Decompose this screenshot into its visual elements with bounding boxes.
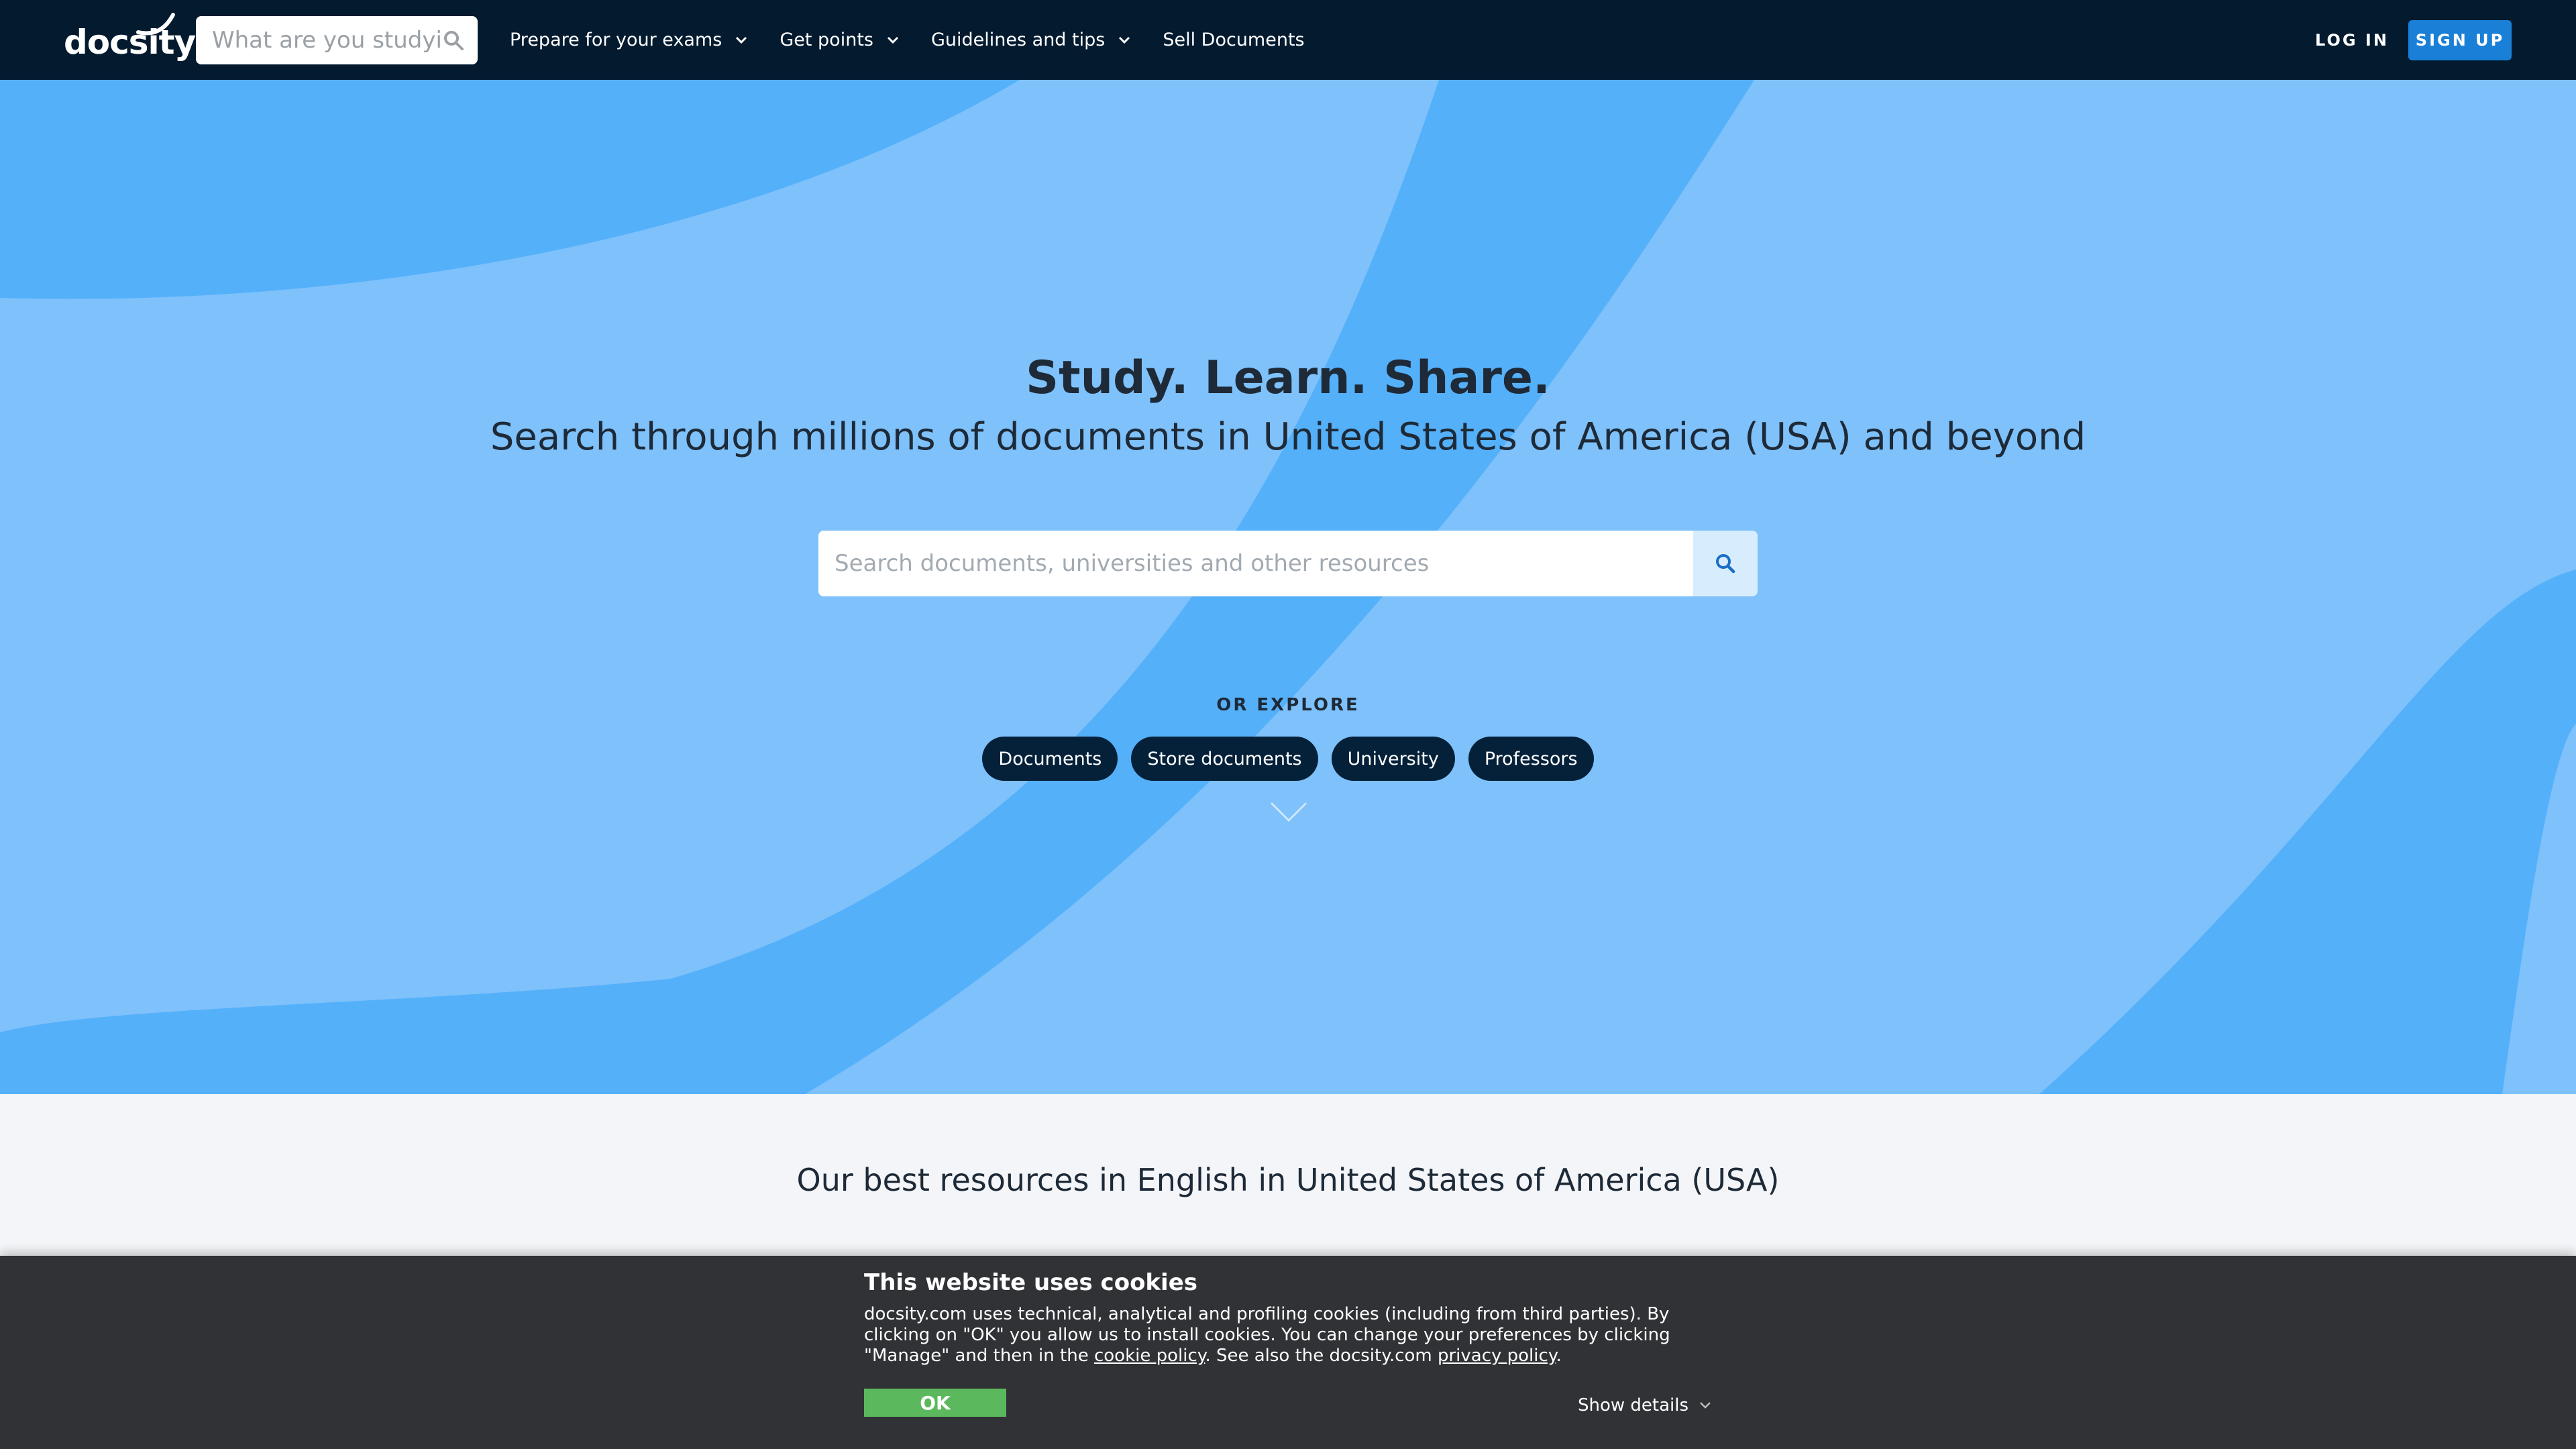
main-nav-menu: Prepare for your exams Get points Guidel… <box>510 0 1337 80</box>
logo-text: docsity <box>64 23 196 62</box>
hero-title: Study. Learn. Share. <box>1026 352 1550 405</box>
search-icon[interactable] <box>443 30 464 51</box>
nav-item-label: Prepare for your exams <box>510 30 722 50</box>
scroll-down-chevron-icon[interactable] <box>1269 801 1308 822</box>
chevron-down-icon <box>736 36 747 44</box>
cookie-banner-title: This website uses cookies <box>864 1269 1197 1296</box>
nav-item-prepare-exams[interactable]: Prepare for your exams <box>510 30 747 50</box>
nav-item-label: Get points <box>780 30 873 50</box>
docsity-logo[interactable]: docsity <box>64 12 196 66</box>
login-button[interactable]: LOG IN <box>2308 23 2396 58</box>
nav-item-guidelines[interactable]: Guidelines and tips <box>931 30 1130 50</box>
chip-professors[interactable]: Professors <box>1468 737 1594 781</box>
show-details-toggle[interactable]: Show details <box>1578 1395 1711 1415</box>
hero-search-button[interactable] <box>1693 531 1758 596</box>
hero-section: Study. Learn. Share. Search through mill… <box>0 80 2576 1094</box>
header-search-input[interactable] <box>212 20 440 60</box>
hero-search-box <box>818 531 1758 596</box>
hero-search-input[interactable] <box>818 531 1693 596</box>
nav-item-label: Guidelines and tips <box>930 30 1106 50</box>
cookie-banner: This website uses cookies docsity.com us… <box>0 1256 2576 1449</box>
chevron-down-icon <box>1700 1402 1711 1409</box>
chip-university[interactable]: University <box>1331 737 1455 781</box>
cookie-policy-link[interactable]: cookie policy <box>1094 1346 1205 1366</box>
chevron-down-icon <box>1119 36 1130 44</box>
top-navigation-bar: docsity Prepare for your exams Get point… <box>0 0 2576 80</box>
search-icon <box>1716 554 1735 574</box>
explore-chips: Documents Store documents University Pro… <box>0 737 2576 781</box>
cookie-banner-text: docsity.com uses technical, analytical a… <box>864 1304 1723 1366</box>
resources-section-title: Our best resources in English in United … <box>796 1162 1780 1198</box>
explore-label: OR EXPLORE <box>1216 695 1360 715</box>
signup-button[interactable]: SIGN UP <box>2408 20 2512 60</box>
header-search-box <box>196 16 478 64</box>
hero-subtitle: Search through millions of documents in … <box>490 415 2086 459</box>
chip-store-documents[interactable]: Store documents <box>1131 737 1318 781</box>
cookie-text-part: . See also the docsity.com <box>1205 1346 1438 1366</box>
nav-item-sell-documents[interactable]: Sell Documents <box>1163 30 1304 50</box>
cookie-text-part: . <box>1556 1346 1562 1366</box>
nav-item-get-points[interactable]: Get points <box>780 30 899 50</box>
chip-documents[interactable]: Documents <box>982 737 1118 781</box>
privacy-policy-link[interactable]: privacy policy <box>1438 1346 1556 1366</box>
show-details-label: Show details <box>1578 1395 1689 1415</box>
chevron-down-icon <box>887 36 899 44</box>
nav-item-label: Sell Documents <box>1163 30 1305 50</box>
cookie-ok-button[interactable]: OK <box>864 1389 1006 1417</box>
